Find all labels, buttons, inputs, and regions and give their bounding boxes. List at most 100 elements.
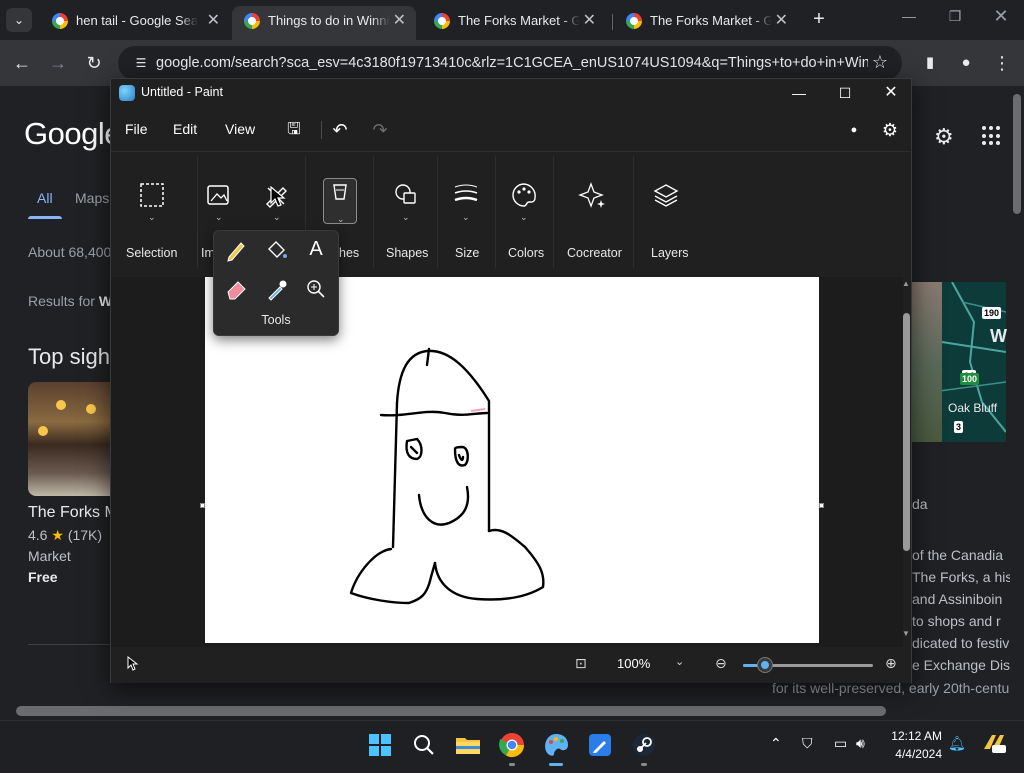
running-indicator: [641, 763, 647, 766]
chevron-down-icon[interactable]: ⌄: [273, 212, 281, 223]
scrollbar-thumb[interactable]: [1013, 94, 1021, 214]
restore-icon[interactable]: ❐: [940, 8, 970, 25]
settings-gear-icon[interactable]: ⚙: [934, 124, 954, 150]
canvas-vertical-scrollbar[interactable]: ▲ ▼: [902, 279, 911, 643]
zoom-dropdown-chevron-icon[interactable]: ⌄: [675, 655, 684, 668]
zoom-slider[interactable]: [743, 658, 873, 672]
tab-close-icon[interactable]: ✕: [775, 6, 788, 36]
paint-maximize-icon[interactable]: ☐: [825, 81, 865, 105]
fill-bucket-icon[interactable]: [261, 234, 291, 264]
volume-icon[interactable]: 🔊︎: [856, 735, 865, 752]
bookmark-star-icon[interactable]: ☆: [872, 52, 888, 73]
menu-file[interactable]: File: [125, 121, 148, 137]
results-stats: About 68,400: [28, 244, 112, 260]
clock-date[interactable]: 4/4/2024: [886, 747, 942, 761]
chevron-down-icon[interactable]: ⌄: [215, 212, 223, 223]
edit-app-icon[interactable]: [584, 729, 616, 761]
place-title[interactable]: The Forks M: [28, 504, 118, 522]
text-tool-icon[interactable]: A: [301, 234, 331, 264]
windows-start-icon[interactable]: [364, 729, 396, 761]
page-vertical-scrollbar[interactable]: [1010, 86, 1024, 702]
chevron-down-icon[interactable]: ⌄: [462, 212, 470, 223]
tab-search-chevron-icon[interactable]: ⌄: [6, 8, 32, 32]
address-url[interactable]: google.com/search?sca_esv=4c3180f1971341…: [156, 46, 868, 80]
ribbon-label: Cocreator: [567, 246, 622, 260]
zoom-slider-knob[interactable]: [758, 658, 772, 672]
address-bar[interactable]: ☰ google.com/search?sca_esv=4c3180f19713…: [118, 46, 902, 80]
scrollbar-thumb[interactable]: [16, 706, 886, 716]
search-icon[interactable]: [408, 729, 440, 761]
scroll-up-arrow-icon[interactable]: ▲: [902, 279, 910, 288]
magnifier-icon[interactable]: [301, 274, 331, 304]
google-apps-icon[interactable]: [982, 126, 1002, 146]
paint-taskbar-icon[interactable]: [540, 729, 572, 766]
canvas-resize-handle[interactable]: [200, 503, 205, 508]
back-arrow-icon[interactable]: ←: [10, 51, 34, 75]
side-panel-icon[interactable]: ▮: [918, 51, 942, 75]
chrome-menu-icon[interactable]: ⋮: [990, 51, 1014, 75]
shapes-icon[interactable]: [389, 178, 423, 212]
undo-icon[interactable]: ↶: [327, 117, 353, 143]
page-horizontal-scrollbar[interactable]: [0, 702, 1010, 720]
copilot-pre-icon[interactable]: [980, 731, 1006, 758]
map-photo-strip: [912, 282, 942, 442]
save-icon[interactable]: 🖫: [281, 117, 307, 143]
browser-tab[interactable]: The Forks Market - Google ✕: [422, 6, 606, 40]
network-off-icon[interactable]: ⛉: [802, 735, 813, 752]
stroke-size-icon[interactable]: [449, 178, 483, 212]
cocreator-sparkle-icon[interactable]: [576, 178, 610, 212]
paint-settings-gear-icon[interactable]: ⚙: [877, 117, 903, 143]
results-tab-maps[interactable]: Maps: [75, 190, 109, 206]
place-rating: 4.6 ★ (17K): [28, 527, 102, 544]
selection-rectangle-icon[interactable]: [135, 178, 169, 212]
reload-icon[interactable]: ↻: [82, 51, 106, 75]
file-explorer-icon[interactable]: [452, 729, 484, 761]
minimize-icon[interactable]: —: [894, 8, 924, 24]
chevron-down-icon[interactable]: ⌄: [402, 212, 410, 223]
menu-edit[interactable]: Edit: [173, 121, 197, 137]
tab-close-icon[interactable]: ✕: [207, 6, 220, 36]
browser-tab-active[interactable]: Things to do in Winnipeg ✕: [232, 6, 416, 40]
zoom-in-icon[interactable]: ⊕: [885, 655, 897, 672]
chevron-down-icon[interactable]: ⌄: [337, 214, 345, 225]
image-icon[interactable]: [201, 178, 235, 212]
clock-time[interactable]: 12:12 AM: [886, 729, 942, 743]
tray-overflow-chevron-icon[interactable]: ⌃: [770, 735, 782, 752]
scroll-down-arrow-icon[interactable]: ▼: [902, 629, 910, 638]
browser-tab[interactable]: The Forks Market - Google ✕: [614, 6, 798, 40]
tab-close-icon[interactable]: ✕: [583, 6, 596, 36]
display-icon[interactable]: ▭: [834, 735, 847, 752]
close-window-icon[interactable]: ✕: [986, 6, 1016, 27]
paint-titlebar[interactable]: Untitled - Paint — ☐ ✕: [111, 79, 911, 107]
menu-view[interactable]: View: [225, 121, 255, 137]
paint-minimize-icon[interactable]: —: [779, 81, 819, 105]
site-info-icon[interactable]: ☰: [132, 54, 150, 72]
zoom-percentage[interactable]: 100%: [617, 656, 650, 671]
forward-arrow-icon[interactable]: →: [46, 51, 70, 75]
color-picker-icon[interactable]: [261, 274, 291, 304]
paint-close-icon[interactable]: ✕: [871, 81, 911, 105]
pencil-tool-icon[interactable]: [221, 234, 251, 264]
new-tab-plus-icon[interactable]: +: [808, 8, 830, 32]
canvas-resize-handle[interactable]: [819, 503, 824, 508]
steam-icon[interactable]: [628, 729, 660, 766]
fit-to-window-icon[interactable]: ⊡: [575, 655, 587, 672]
profile-icon[interactable]: ●: [954, 51, 978, 75]
place-thumbnail[interactable]: [28, 382, 118, 496]
results-tab-all[interactable]: All: [37, 190, 53, 206]
paint-menubar: File Edit View 🖫 ↶ ↷ ● ⚙: [111, 111, 911, 149]
google-logo[interactable]: Google: [24, 116, 121, 152]
color-palette-icon[interactable]: [507, 178, 541, 212]
tab-close-icon[interactable]: ✕: [393, 6, 406, 36]
chevron-down-icon[interactable]: ⌄: [520, 212, 528, 223]
chrome-icon[interactable]: [496, 729, 528, 766]
zoom-out-icon[interactable]: ⊖: [715, 655, 727, 672]
scrollbar-thumb[interactable]: [903, 313, 910, 551]
notification-bell-icon[interactable]: 🔔︎: [948, 735, 966, 752]
redo-icon[interactable]: ↷: [367, 117, 393, 143]
chevron-down-icon[interactable]: ⌄: [148, 212, 156, 223]
account-icon[interactable]: ●: [841, 117, 867, 143]
browser-tab[interactable]: hen tail - Google Search ✕: [40, 6, 230, 40]
eraser-icon[interactable]: [221, 274, 251, 304]
layers-icon[interactable]: [649, 178, 683, 212]
